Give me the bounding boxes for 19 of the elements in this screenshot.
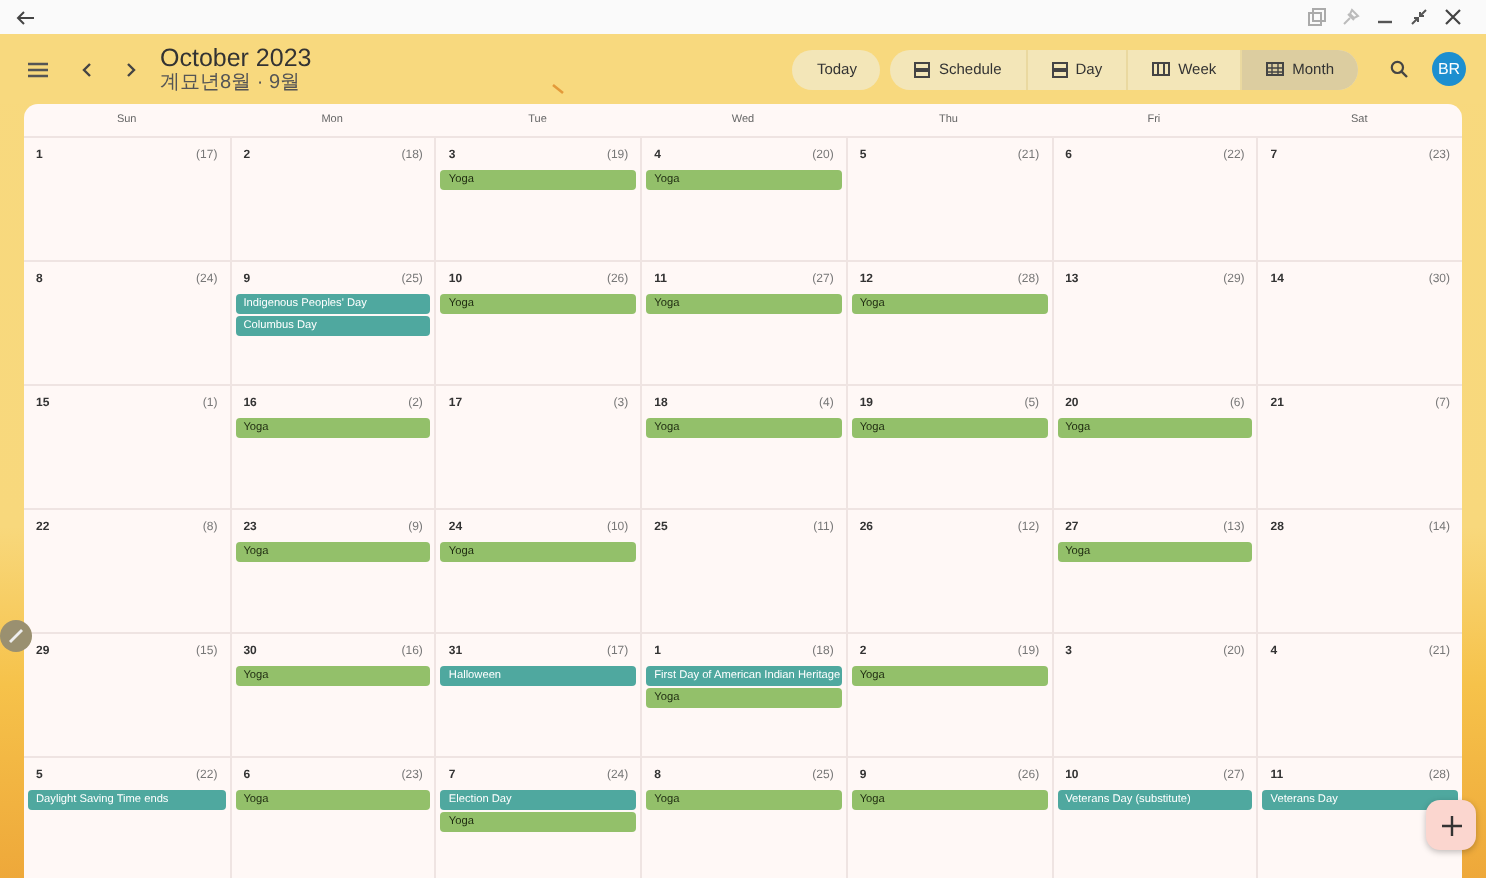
close-icon[interactable] [1444,8,1462,26]
month-title: October 2023 [160,44,312,72]
search-icon[interactable] [1390,60,1408,78]
back-arrow-icon[interactable] [16,9,36,25]
previous-icon[interactable] [82,61,92,77]
list-icon [914,61,931,77]
menu-icon[interactable] [28,61,48,77]
stroke-mark-icon [551,84,564,94]
plus-icon [1441,815,1461,835]
add-button[interactable] [1426,800,1476,850]
pencil-icon [8,628,24,644]
month-icon [1266,62,1285,76]
week-icon [1152,62,1171,76]
next-icon[interactable] [126,61,136,77]
edit-button[interactable] [0,620,32,652]
avatar[interactable]: BR [1432,52,1466,86]
lunar-subtitle: 계묘년8월 · 9월 [160,72,303,94]
restore-icon[interactable] [1410,8,1428,26]
day-icon [1051,61,1068,77]
